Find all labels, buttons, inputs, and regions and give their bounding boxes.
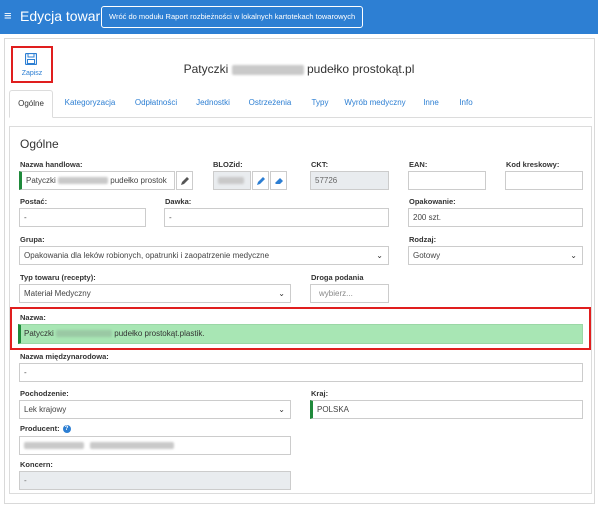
grupa-value: Opakowania dla leków robionych, opatrunk… <box>24 251 270 260</box>
typ-towaru-value: Materiał Medyczny <box>24 289 91 298</box>
rodzaj-value: Gotowy <box>413 251 441 260</box>
pochodzenie-value: Lek krajowy <box>24 405 67 414</box>
label-opakowanie: Opakowanie: <box>409 197 456 206</box>
label-rodzaj: Rodzaj: <box>409 235 437 244</box>
section-title: Ogólne <box>20 137 59 151</box>
ckt-field: 57726 <box>310 171 389 190</box>
typ-towaru-select[interactable]: Materiał Medyczny ⌄ <box>19 284 291 303</box>
opakowanie-input[interactable]: 200 szt. <box>408 208 583 227</box>
nazwa-handlowa-field[interactable]: Patyczki pudełko prostok <box>19 171 175 190</box>
redacted-text <box>58 177 109 185</box>
blozid-field <box>213 171 251 190</box>
edit-nazwa-handlowa-button[interactable] <box>176 171 193 190</box>
ean-input[interactable] <box>408 171 486 190</box>
pencil-icon <box>181 177 189 185</box>
tab-bar: Ogólne Kategoryzacja Odpłatności Jednost… <box>9 90 592 118</box>
label-typ-towaru: Typ towaru (recepty): <box>20 273 96 282</box>
tab-kategoryzacja[interactable]: Kategoryzacja <box>60 90 120 118</box>
koncern-field: - <box>19 471 291 490</box>
tab-info[interactable]: Info <box>455 90 477 118</box>
question-circle-icon[interactable]: ? <box>62 425 71 434</box>
clear-blozid-button[interactable] <box>270 171 287 190</box>
nazwa-prefix: Patyczki <box>24 329 54 338</box>
nazwa-handlowa-prefix: Patyczki <box>26 176 56 185</box>
label-ean: EAN: <box>409 160 428 169</box>
kraj-field[interactable]: POLSKA <box>310 400 583 419</box>
page-title: Patyczki pudełko prostokąt.pl <box>0 62 598 76</box>
chevron-down-icon: ⌄ <box>376 251 383 260</box>
label-kraj: Kraj: <box>311 389 329 398</box>
label-dawka: Dawka: <box>165 197 192 206</box>
label-postac: Postać: <box>20 197 48 206</box>
label-blozid: BLOZid: <box>213 160 243 169</box>
label-ckt: CKT: <box>311 160 329 169</box>
label-droga-podania: Droga podania <box>311 273 364 282</box>
menu-icon[interactable]: ≡ <box>4 9 12 22</box>
redacted-text <box>218 177 244 185</box>
nazwa-field[interactable]: Patyczki pudełko prostokąt.plastik. <box>18 324 583 344</box>
title-suffix: pudełko prostokąt.pl <box>306 62 415 76</box>
eraser-icon <box>275 178 283 184</box>
grupa-select[interactable]: Opakowania dla leków robionych, opatrunk… <box>19 246 389 265</box>
redacted-text <box>24 442 84 450</box>
pochodzenie-select[interactable]: Lek krajowy ⌄ <box>19 400 291 419</box>
dawka-input[interactable]: - <box>164 208 389 227</box>
label-koncern: Koncern: <box>20 460 53 469</box>
label-nazwa: Nazwa: <box>20 313 46 322</box>
label-pochodzenie: Pochodzenie: <box>20 389 69 398</box>
tab-ogolne[interactable]: Ogólne <box>9 90 53 118</box>
tab-ostrzezenia[interactable]: Ostrzeżenia <box>243 90 297 118</box>
nazwa-handlowa-suffix: pudełko prostok <box>110 176 167 185</box>
label-producent: Producent:? <box>20 424 71 434</box>
label-nazwa-miedzynarodowa: Nazwa międzynarodowa: <box>20 352 109 361</box>
pencil-icon <box>257 177 265 185</box>
postac-input[interactable]: - <box>19 208 146 227</box>
label-nazwa-handlowa: Nazwa handlowa: <box>20 160 83 169</box>
chevron-down-icon: ⌄ <box>570 251 577 260</box>
nazwa-miedzynarodowa-input[interactable]: - <box>19 363 583 382</box>
top-bar: ≡ Edycja towaru Wróć do modułu Raport ro… <box>0 0 598 34</box>
title-prefix: Patyczki <box>183 62 229 76</box>
redacted-text <box>231 64 304 75</box>
tab-wyrob-medyczny[interactable]: Wyrób medyczny <box>341 90 409 118</box>
tab-jednostki[interactable]: Jednostki <box>191 90 235 118</box>
droga-podania-select[interactable]: wybierz... <box>310 284 389 303</box>
app-title: Edycja towaru <box>20 8 108 24</box>
chevron-down-icon: ⌄ <box>278 405 285 414</box>
chevron-down-icon: ⌄ <box>278 289 285 298</box>
tab-odplatnosci[interactable]: Odpłatności <box>129 90 183 118</box>
back-to-report-button[interactable]: Wróć do modułu Raport rozbieżności w lok… <box>101 6 364 28</box>
redacted-text <box>56 330 113 338</box>
edit-blozid-button[interactable] <box>252 171 269 190</box>
label-producent-text: Producent: <box>20 424 60 433</box>
label-kod-kreskowy: Kod kreskowy: <box>506 160 560 169</box>
rodzaj-select[interactable]: Gotowy ⌄ <box>408 246 583 265</box>
tab-typy[interactable]: Typy <box>307 90 333 118</box>
label-grupa: Grupa: <box>20 235 45 244</box>
tab-inne[interactable]: Inne <box>419 90 443 118</box>
redacted-text <box>90 442 175 450</box>
nazwa-suffix: pudełko prostokąt.plastik. <box>114 329 205 338</box>
producent-field[interactable] <box>19 436 291 455</box>
kod-kreskowy-input[interactable] <box>505 171 583 190</box>
